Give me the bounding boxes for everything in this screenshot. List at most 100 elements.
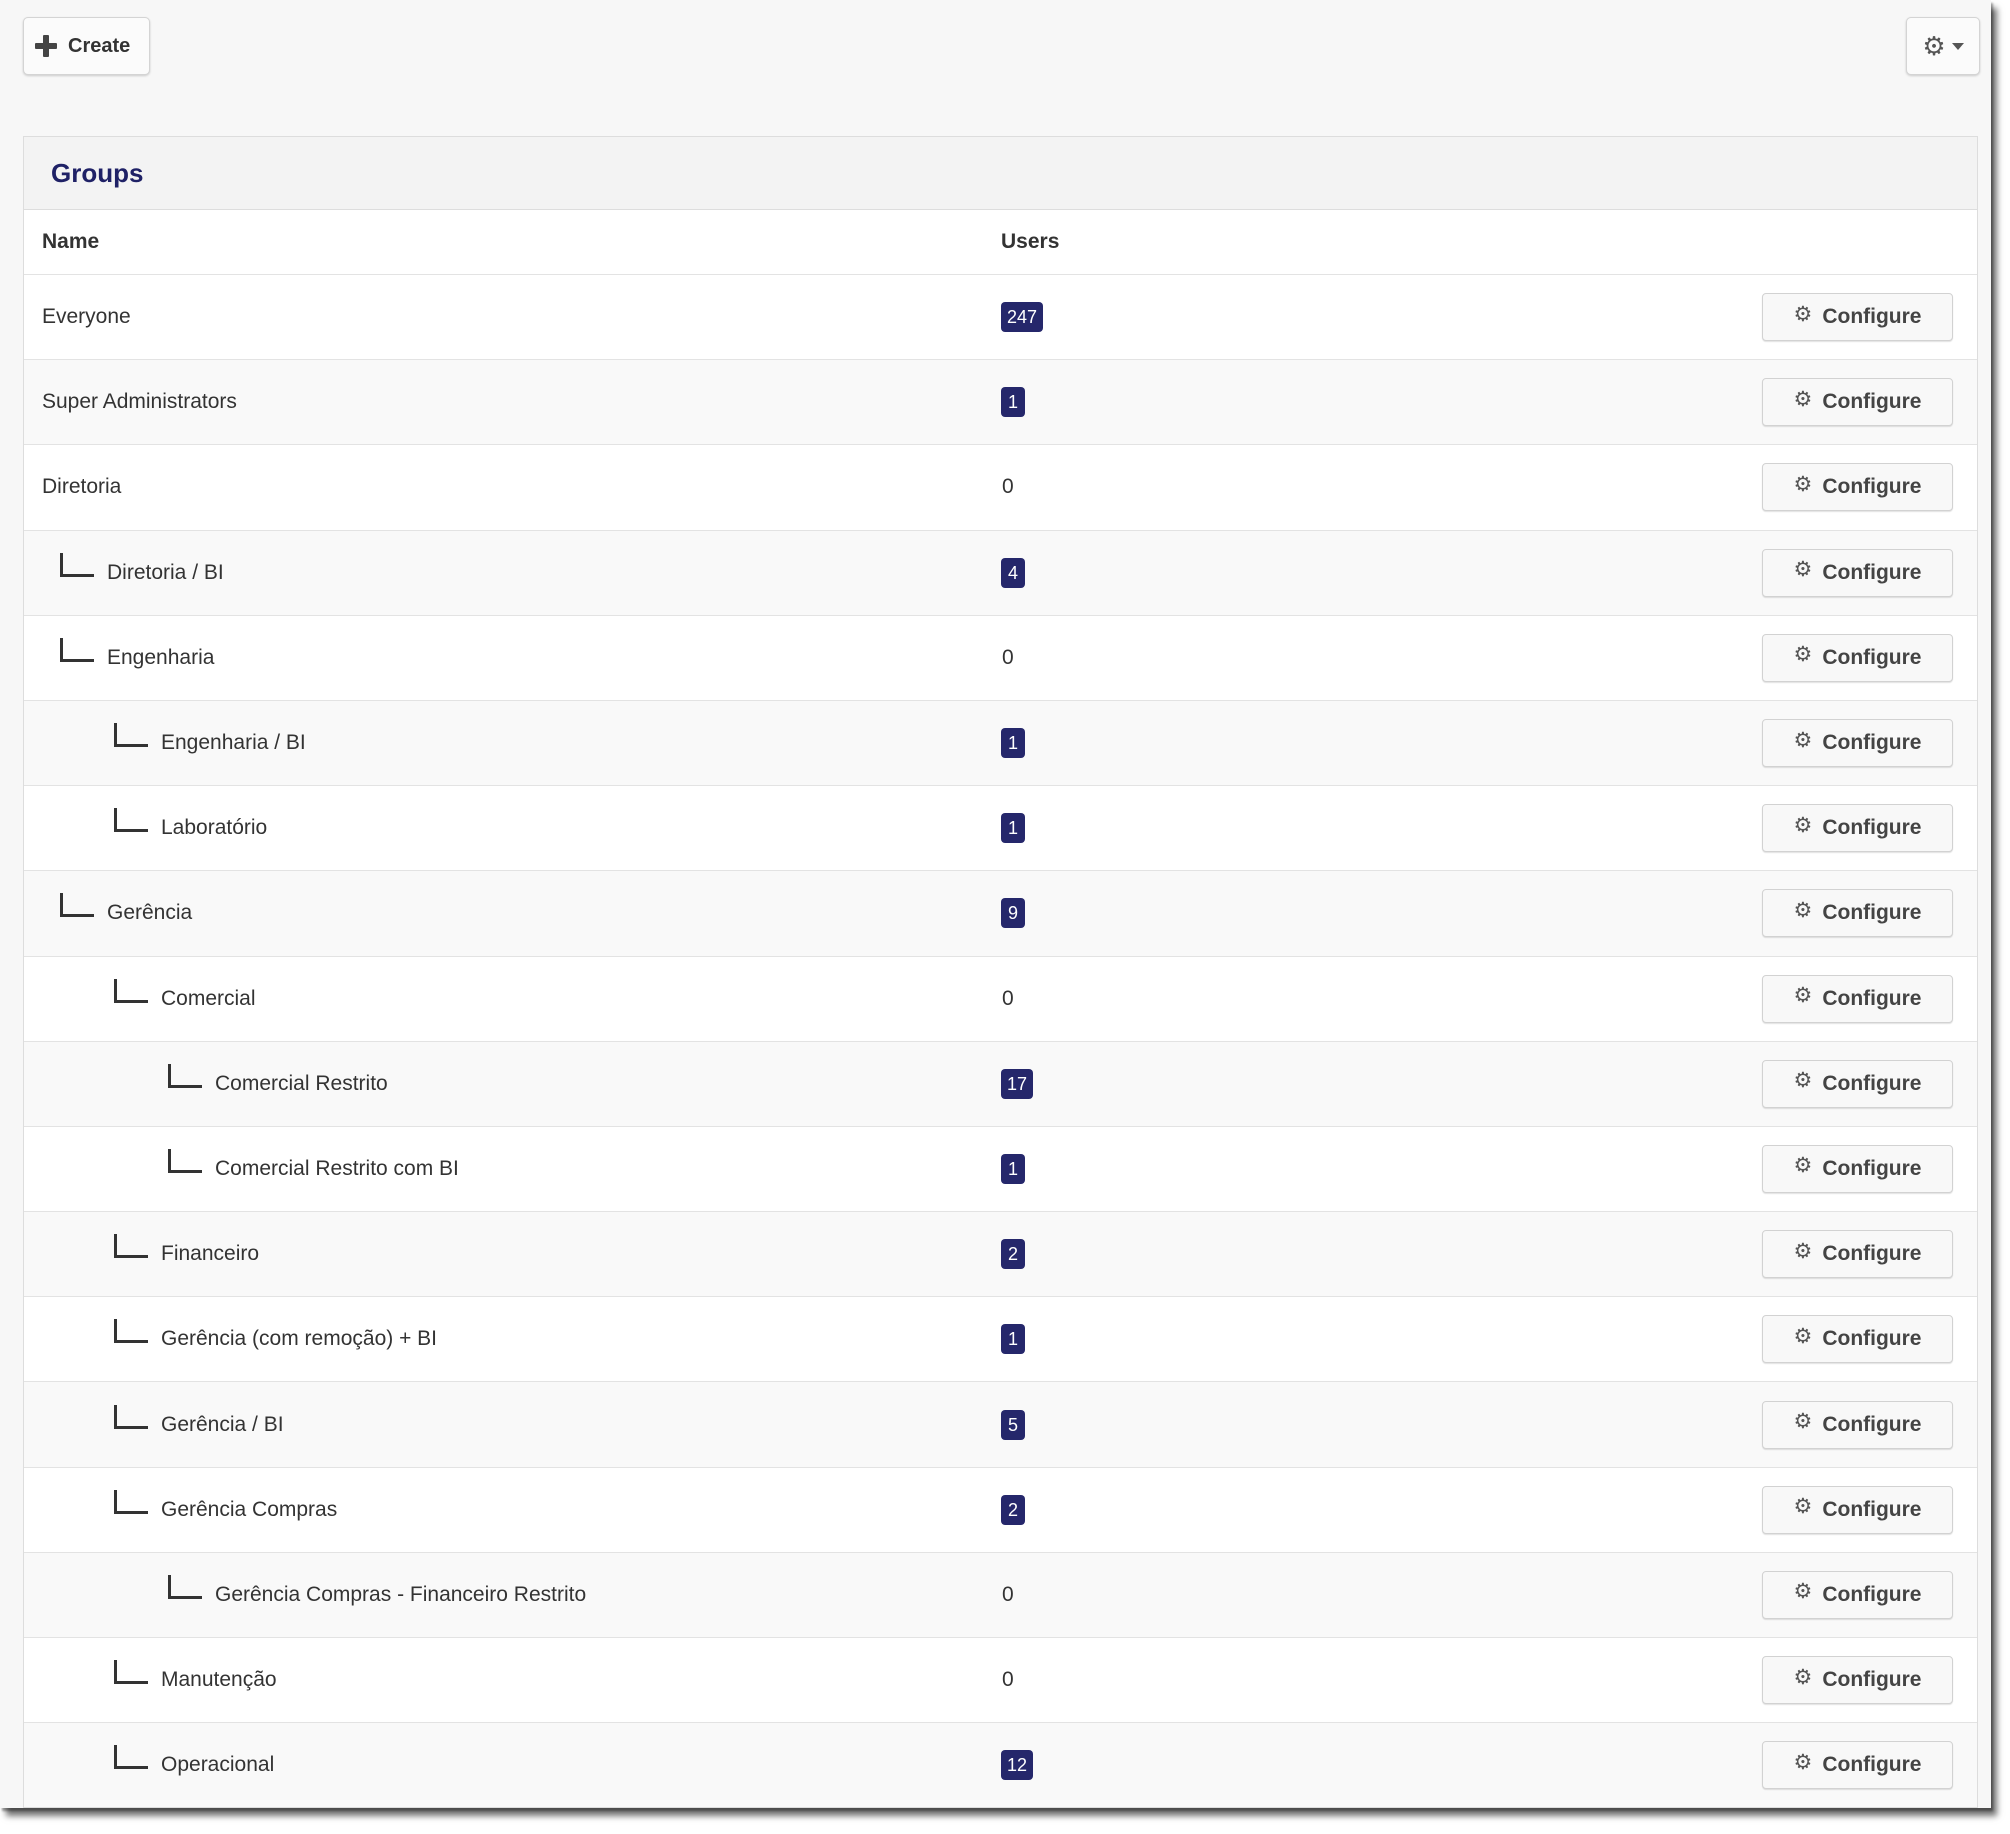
app-window: Create ⚙ Groups Name Users Everyone 247 ⚙ C… (0, 0, 1991, 1808)
group-action-cell: ⚙ Configure (1762, 804, 1977, 853)
table-row: Diretoria 0 ⚙ Configure (24, 445, 1977, 531)
configure-button-label: Configure (1822, 1497, 1922, 1521)
configure-button[interactable]: ⚙ Configure (1762, 548, 1953, 597)
configure-button[interactable]: ⚙ Configure (1762, 1485, 1953, 1534)
user-count-badge: 9 (1001, 898, 1025, 929)
user-count: 0 (1002, 645, 1014, 669)
configure-button-label: Configure (1822, 986, 1922, 1010)
user-count: 0 (1002, 986, 1014, 1010)
configure-button-label: Configure (1822, 1327, 1922, 1351)
group-name-cell: Gerência / BI (24, 1404, 1001, 1437)
configure-button-label: Configure (1822, 1071, 1922, 1095)
user-count-badge: 4 (1001, 557, 1025, 588)
tree-connector-icon (114, 723, 148, 748)
tree-connector-icon (114, 1404, 148, 1429)
table-row: Comercial Restrito com BI 1 ⚙ Configure (24, 1126, 1977, 1213)
user-count-badge: 1 (1001, 1324, 1025, 1355)
configure-button[interactable]: ⚙ Configure (1762, 1656, 1953, 1705)
configure-button[interactable]: ⚙ Configure (1762, 974, 1953, 1023)
group-action-cell: ⚙ Configure (1762, 1485, 1977, 1534)
user-count-badge: 1 (1001, 387, 1025, 418)
column-header-name: Name (42, 230, 100, 253)
user-count: 0 (1002, 1582, 1014, 1606)
configure-button[interactable]: ⚙ Configure (1762, 889, 1953, 938)
user-count-badge: 1 (1001, 813, 1025, 844)
group-action-cell: ⚙ Configure (1762, 1059, 1977, 1108)
gear-icon: ⚙ (1793, 1665, 1813, 1689)
table-row: Comercial Restrito 17 ⚙ Configure (24, 1041, 1977, 1127)
settings-dropdown-button[interactable]: ⚙ (1906, 17, 1980, 75)
user-count-badge: 2 (1001, 1239, 1025, 1270)
configure-button[interactable]: ⚙ Configure (1762, 1230, 1953, 1279)
configure-button-label: Configure (1822, 1668, 1922, 1692)
gear-icon: ⚙ (1793, 984, 1813, 1008)
configure-button[interactable]: ⚙ Configure (1762, 378, 1953, 427)
configure-button-label: Configure (1822, 1242, 1922, 1266)
user-count-badge: 17 (1001, 1068, 1034, 1099)
group-users-cell: 9 (1001, 898, 1762, 929)
group-action-cell: ⚙ Configure (1762, 719, 1977, 768)
configure-button[interactable]: ⚙ Configure (1762, 804, 1953, 853)
group-action-cell: ⚙ Configure (1762, 1570, 1977, 1619)
configure-button-label: Configure (1822, 645, 1922, 669)
create-button[interactable]: Create (23, 17, 150, 75)
table-row: Engenharia / BI 1 ⚙ Configure (24, 700, 1977, 787)
tree-connector-icon (114, 978, 148, 1003)
user-count-badge: 2 (1001, 1494, 1025, 1525)
group-name-cell: Comercial (24, 978, 1001, 1011)
table-row: Laboratório 1 ⚙ Configure (24, 786, 1977, 872)
configure-button[interactable]: ⚙ Configure (1762, 633, 1953, 682)
configure-button[interactable]: ⚙ Configure (1762, 463, 1953, 512)
group-name: Gerência (com remoção) + BI (161, 1327, 438, 1351)
group-action-cell: ⚙ Configure (1762, 1400, 1977, 1449)
group-users-cell: 12 (1001, 1750, 1762, 1781)
configure-button[interactable]: ⚙ Configure (1762, 719, 1953, 768)
group-action-cell: ⚙ Configure (1762, 1315, 1977, 1364)
configure-button[interactable]: ⚙ Configure (1762, 1400, 1953, 1449)
configure-button[interactable]: ⚙ Configure (1762, 1315, 1953, 1364)
group-name-cell: Gerência Compras (24, 1489, 1001, 1522)
tree-connector-icon (114, 1660, 148, 1685)
gear-icon: ⚙ (1793, 472, 1813, 496)
tree-connector-icon (60, 552, 94, 577)
configure-button[interactable]: ⚙ Configure (1762, 1741, 1953, 1790)
gear-icon: ⚙ (1922, 31, 1946, 61)
configure-button-label: Configure (1822, 1412, 1922, 1436)
table-row: Gerência / BI 5 ⚙ Configure (24, 1382, 1977, 1468)
configure-button-label: Configure (1822, 305, 1922, 329)
configure-button-label: Configure (1822, 475, 1922, 499)
configure-button-label: Configure (1822, 1753, 1922, 1777)
configure-button[interactable]: ⚙ Configure (1762, 1570, 1953, 1619)
tree-connector-icon (114, 1745, 148, 1770)
user-count-badge: 12 (1001, 1750, 1034, 1781)
configure-button[interactable]: ⚙ Configure (1762, 293, 1953, 342)
gear-icon: ⚙ (1793, 1750, 1813, 1774)
gear-icon: ⚙ (1793, 898, 1813, 922)
table-row: Everyone 247 ⚙ Configure (24, 275, 1977, 361)
group-name: Engenharia / BI (161, 731, 306, 755)
gear-icon: ⚙ (1793, 1580, 1813, 1604)
gear-icon: ⚙ (1793, 813, 1813, 837)
gear-icon: ⚙ (1793, 1069, 1813, 1093)
group-name: Gerência Compras - Financeiro Restrito (215, 1582, 587, 1606)
configure-button[interactable]: ⚙ Configure (1762, 1144, 1953, 1193)
group-users-cell: 2 (1001, 1239, 1762, 1270)
tree-connector-icon (114, 808, 148, 833)
user-count-badge: 247 (1001, 302, 1044, 333)
group-users-cell: 0 (1001, 475, 1762, 499)
group-name-cell: Manutenção (24, 1660, 1001, 1692)
gear-icon: ⚙ (1793, 1495, 1813, 1519)
group-action-cell: ⚙ Configure (1762, 889, 1977, 938)
group-action-cell: ⚙ Configure (1762, 1741, 1977, 1790)
group-action-cell: ⚙ Configure (1762, 463, 1977, 512)
group-name: Super Administrators (42, 390, 237, 414)
table-row: Comercial 0 ⚙ Configure (24, 956, 1977, 1042)
configure-button[interactable]: ⚙ Configure (1762, 1059, 1953, 1108)
group-name: Diretoria / BI (107, 560, 224, 584)
group-action-cell: ⚙ Configure (1762, 633, 1977, 682)
group-name-cell: Gerência Compras - Financeiro Restrito (24, 1574, 1001, 1607)
group-users-cell: 1 (1001, 387, 1762, 418)
table-row: Manutenção 0 ⚙ Configure (24, 1638, 1977, 1724)
group-name: Operacional (161, 1753, 275, 1777)
column-header-users: Users (1001, 230, 1060, 253)
